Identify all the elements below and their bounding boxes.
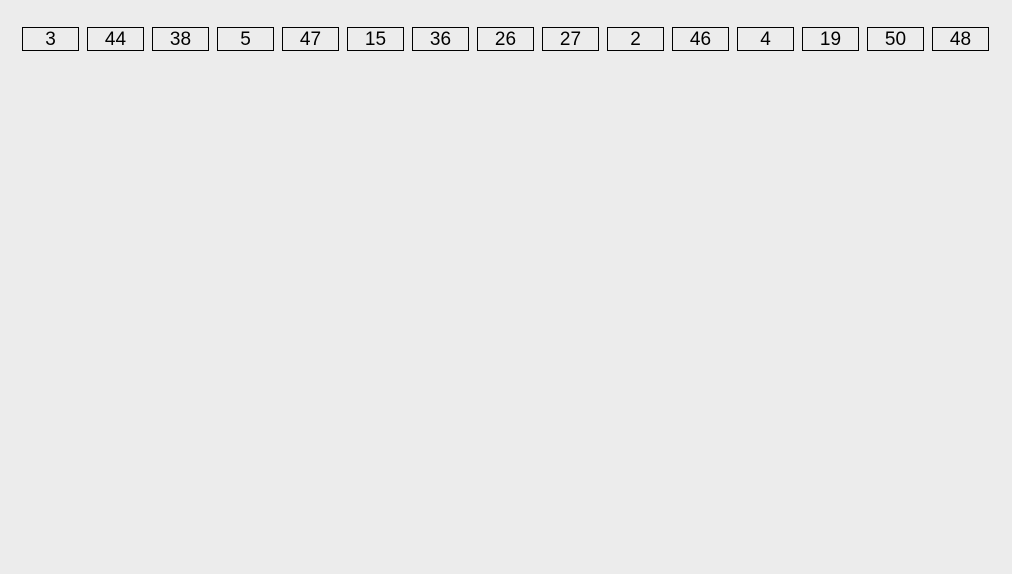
number-cell[interactable]: 26 xyxy=(477,27,534,51)
number-cell[interactable]: 48 xyxy=(932,27,989,51)
number-cell[interactable]: 19 xyxy=(802,27,859,51)
number-cell[interactable]: 15 xyxy=(347,27,404,51)
number-cell[interactable]: 46 xyxy=(672,27,729,51)
number-cell[interactable]: 5 xyxy=(217,27,274,51)
number-label: 15 xyxy=(365,30,386,49)
number-label: 46 xyxy=(690,30,711,49)
number-label: 3 xyxy=(45,30,56,49)
number-label: 2 xyxy=(630,30,641,49)
number-label: 48 xyxy=(950,30,971,49)
number-cell[interactable]: 3 xyxy=(22,27,79,51)
number-label: 47 xyxy=(300,30,321,49)
number-label: 26 xyxy=(495,30,516,49)
number-cell[interactable]: 50 xyxy=(867,27,924,51)
number-cell[interactable]: 38 xyxy=(152,27,209,51)
number-cell[interactable]: 2 xyxy=(607,27,664,51)
number-label: 44 xyxy=(105,30,126,49)
number-cell[interactable]: 4 xyxy=(737,27,794,51)
number-cell[interactable]: 27 xyxy=(542,27,599,51)
number-row: 3 44 38 5 47 15 36 26 27 2 46 4 19 50 48 xyxy=(0,0,1012,51)
number-cell[interactable]: 44 xyxy=(87,27,144,51)
number-label: 36 xyxy=(430,30,451,49)
number-cell[interactable]: 47 xyxy=(282,27,339,51)
number-cell[interactable]: 36 xyxy=(412,27,469,51)
number-label: 38 xyxy=(170,30,191,49)
number-label: 4 xyxy=(760,30,771,49)
number-label: 27 xyxy=(560,30,581,49)
number-label: 19 xyxy=(820,30,841,49)
number-label: 50 xyxy=(885,30,906,49)
number-label: 5 xyxy=(240,30,251,49)
